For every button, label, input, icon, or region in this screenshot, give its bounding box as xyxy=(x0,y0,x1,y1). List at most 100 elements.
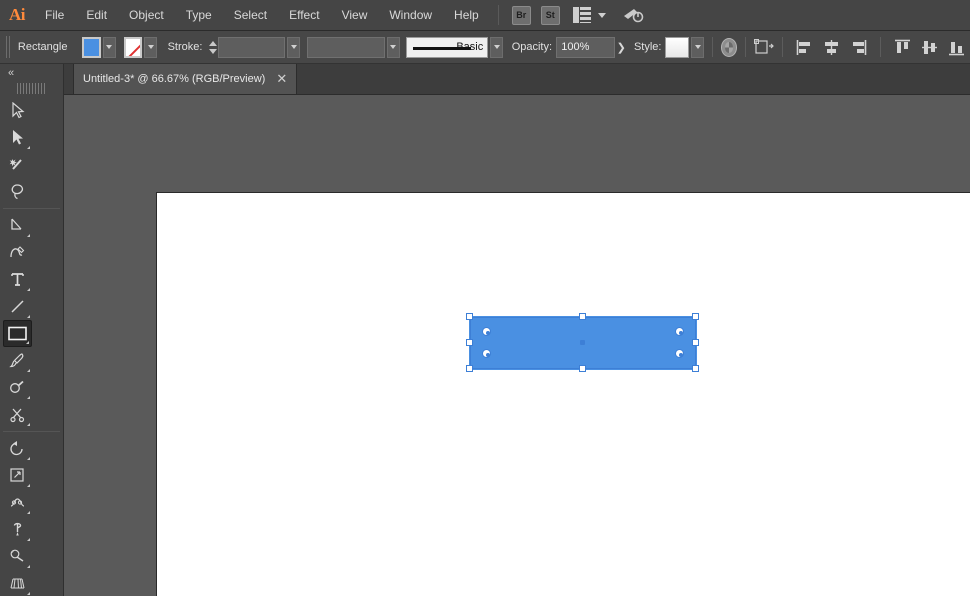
menu-effect[interactable]: Effect xyxy=(278,0,330,31)
tool-flyout-indicator[interactable] xyxy=(27,146,30,149)
center-point xyxy=(580,340,585,345)
opacity-label: Opacity: xyxy=(511,41,553,53)
illustrator-window: Ai File Edit Object Type Select Effect V… xyxy=(0,0,970,596)
graphic-style-swatch[interactable] xyxy=(664,36,690,58)
pen-tool[interactable] xyxy=(3,212,32,239)
arrange-documents-icon[interactable] xyxy=(572,7,593,23)
handle-middle-left[interactable] xyxy=(466,339,473,346)
menu-object[interactable]: Object xyxy=(118,0,175,31)
tool-divider xyxy=(3,208,60,209)
tools-panel-grip[interactable] xyxy=(16,83,47,94)
magic-wand-tool[interactable] xyxy=(3,151,32,178)
align-vertical-center-icon[interactable] xyxy=(921,39,938,56)
menu-help[interactable]: Help xyxy=(443,0,490,31)
stroke-profile-dropdown-icon[interactable] xyxy=(490,36,504,58)
shape-builder-tool[interactable] xyxy=(3,543,32,570)
tool-flyout-indicator[interactable] xyxy=(27,511,30,514)
handle-middle-right[interactable] xyxy=(692,339,699,346)
line-segment-tool[interactable] xyxy=(3,293,32,320)
rotate-tool[interactable] xyxy=(3,435,32,462)
align-top-icon[interactable] xyxy=(894,39,911,56)
tool-grid xyxy=(0,97,63,596)
tool-flyout-indicator[interactable] xyxy=(27,484,30,487)
scissors-tool[interactable] xyxy=(3,401,32,428)
selection-tool[interactable] xyxy=(3,97,32,124)
align-bottom-icon[interactable] xyxy=(948,39,965,56)
control-divider xyxy=(745,37,747,57)
rectangle-tool[interactable] xyxy=(3,320,32,347)
recolor-artwork-icon[interactable] xyxy=(721,37,738,57)
tool-flyout-indicator[interactable] xyxy=(27,288,30,291)
menu-file[interactable]: File xyxy=(34,0,75,31)
align-left-icon[interactable] xyxy=(796,39,813,56)
tool-flyout-indicator[interactable] xyxy=(27,423,30,426)
shaper-tool[interactable] xyxy=(3,374,32,401)
tool-flyout-indicator[interactable] xyxy=(27,565,30,568)
handle-top-right[interactable] xyxy=(692,313,699,320)
stock-icon[interactable]: St xyxy=(540,5,560,25)
stroke-dropdown-icon[interactable] xyxy=(144,36,158,58)
tool-flyout-indicator[interactable] xyxy=(27,369,30,372)
collapse-panel-button[interactable]: « xyxy=(0,64,63,82)
fill-color-swatch[interactable] xyxy=(82,36,101,58)
style-label: Style: xyxy=(633,41,662,53)
chevron-down-icon[interactable] xyxy=(597,12,606,18)
fill-dropdown-icon[interactable] xyxy=(102,36,116,58)
tool-flyout-indicator[interactable] xyxy=(27,315,30,318)
type-tool[interactable] xyxy=(3,266,32,293)
menu-divider xyxy=(497,5,499,25)
stroke-weight-dropdown-icon[interactable] xyxy=(287,36,301,58)
corner-radius-widget-top-left[interactable] xyxy=(482,327,491,336)
control-panel: Rectangle Stroke: Basic Opacity: 100% ❯ … xyxy=(0,31,970,64)
corner-radius-widget-bottom-right[interactable] xyxy=(675,349,684,358)
free-transform-tool[interactable] xyxy=(3,516,32,543)
canvas-area[interactable] xyxy=(64,95,970,596)
workspace-switcher-icon[interactable] xyxy=(622,5,644,25)
stroke-variable-width-input[interactable] xyxy=(306,36,385,58)
handle-top-center[interactable] xyxy=(579,313,586,320)
panel-grip[interactable] xyxy=(6,36,12,58)
stroke-color-swatch[interactable] xyxy=(124,36,143,58)
perspective-grid-tool[interactable] xyxy=(3,570,32,596)
lasso-tool[interactable] xyxy=(3,178,32,205)
handle-top-left[interactable] xyxy=(466,313,473,320)
bridge-icon[interactable]: Br xyxy=(511,5,531,25)
tool-flyout-indicator[interactable] xyxy=(27,538,30,541)
menu-window[interactable]: Window xyxy=(378,0,443,31)
document-tab-title: Untitled-3* @ 66.67% (RGB/Preview) xyxy=(83,73,266,85)
menu-view[interactable]: View xyxy=(331,0,379,31)
paintbrush-tool[interactable] xyxy=(3,347,32,374)
handle-bottom-right[interactable] xyxy=(692,365,699,372)
close-icon[interactable]: ✕ xyxy=(276,73,287,86)
graphic-style-dropdown-icon[interactable] xyxy=(691,36,705,58)
stroke-weight-stepper[interactable] xyxy=(207,37,217,58)
width-tool[interactable] xyxy=(3,489,32,516)
handle-bottom-center[interactable] xyxy=(579,365,586,372)
direct-selection-tool[interactable] xyxy=(3,124,32,151)
tool-flyout-indicator[interactable] xyxy=(27,234,30,237)
curvature-tool[interactable] xyxy=(3,239,32,266)
artboard[interactable] xyxy=(156,192,970,596)
stroke-weight-input[interactable] xyxy=(217,36,286,58)
menu-bar: Ai File Edit Object Type Select Effect V… xyxy=(0,0,970,31)
align-horizontal-center-icon[interactable] xyxy=(823,39,840,56)
scale-tool[interactable] xyxy=(3,462,32,489)
menu-type[interactable]: Type xyxy=(175,0,223,31)
menu-select[interactable]: Select xyxy=(223,0,278,31)
tool-flyout-indicator[interactable] xyxy=(27,592,30,595)
transform-icon[interactable] xyxy=(754,38,775,56)
variable-width-dropdown-icon[interactable] xyxy=(386,36,400,58)
document-tab[interactable]: Untitled-3* @ 66.67% (RGB/Preview) ✕ xyxy=(73,64,298,94)
opacity-options-icon[interactable]: ❯ xyxy=(615,37,627,58)
tool-flyout-indicator[interactable] xyxy=(27,457,30,460)
menu-edit[interactable]: Edit xyxy=(75,0,118,31)
corner-radius-widget-top-right[interactable] xyxy=(675,327,684,336)
app-logo-icon: Ai xyxy=(9,5,26,24)
tool-flyout-indicator[interactable] xyxy=(26,341,29,344)
opacity-input[interactable]: 100% xyxy=(556,36,616,58)
align-right-icon[interactable] xyxy=(850,39,867,56)
tool-flyout-indicator[interactable] xyxy=(27,396,30,399)
handle-bottom-left[interactable] xyxy=(466,365,473,372)
stroke-profile-select[interactable]: Basic xyxy=(406,36,489,58)
corner-radius-widget-bottom-left[interactable] xyxy=(482,349,491,358)
